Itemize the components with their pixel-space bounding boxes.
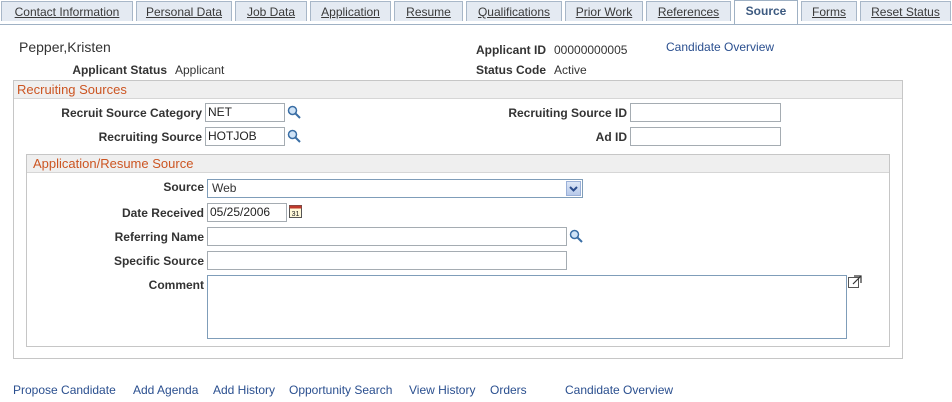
svg-text:31: 31	[292, 211, 300, 218]
ad-id-input[interactable]	[630, 127, 781, 146]
applicant-status-value: Applicant	[175, 63, 225, 77]
application-resume-source-title: Application/Resume Source	[27, 155, 889, 173]
referring-name-label: Referring Name	[114, 230, 204, 244]
recruiting-source-label: Recruiting Source	[98, 130, 202, 144]
applicant-status-label: Applicant Status	[72, 63, 167, 77]
tab-label: Forms	[812, 5, 846, 19]
tab-source[interactable]: Source	[734, 0, 798, 24]
tab-label: Qualifications	[477, 5, 551, 19]
add-history-link[interactable]: Add History	[213, 383, 275, 397]
recruit-source-category-label: Recruit Source Category	[61, 106, 202, 120]
specific-source-input[interactable]	[207, 251, 567, 270]
propose-candidate-link[interactable]: Propose Candidate	[13, 383, 116, 397]
tab-label: Job Data	[246, 5, 296, 19]
tab-label: Reset Status	[871, 5, 940, 19]
expand-window-icon[interactable]	[848, 275, 862, 288]
tab-qualifications[interactable]: Qualifications	[466, 1, 562, 21]
specific-source-label: Specific Source	[113, 254, 204, 268]
referring-name-input[interactable]	[207, 227, 567, 246]
recruit-source-category-input[interactable]: NET	[205, 103, 285, 122]
recruiting-source-input[interactable]: HOTJOB	[205, 127, 285, 146]
tab-bar: Contact Information Personal Data Job Da…	[0, 0, 952, 25]
tab-job-data[interactable]: Job Data	[235, 1, 307, 21]
status-code-value: Active	[554, 63, 587, 77]
tab-forms[interactable]: Forms	[801, 1, 857, 21]
candidate-overview-link[interactable]: Candidate Overview	[666, 40, 774, 54]
magnifier-icon[interactable]	[287, 129, 301, 143]
magnifier-icon[interactable]	[569, 229, 583, 243]
tab-label: Personal Data	[145, 5, 223, 19]
source-label: Source	[163, 180, 204, 194]
date-received-input[interactable]: 05/25/2006	[207, 203, 287, 222]
tab-label: Resume	[406, 5, 451, 19]
tab-personal-data[interactable]: Personal Data	[136, 1, 232, 21]
tab-label: Source	[745, 4, 787, 18]
tab-contact-information[interactable]: Contact Information	[1, 1, 133, 21]
source-select-value: Web	[212, 181, 237, 195]
tab-reset-status[interactable]: Reset Status	[860, 1, 951, 21]
recruiting-sources-title: Recruiting Sources	[14, 81, 902, 99]
magnifier-icon[interactable]	[287, 105, 301, 119]
tab-label: References	[657, 5, 720, 19]
tab-label: Application	[321, 5, 380, 19]
applicant-id-value: 00000000005	[554, 43, 628, 57]
tab-resume[interactable]: Resume	[394, 1, 463, 21]
recruiting-source-id-input[interactable]	[630, 103, 781, 122]
tab-label: Prior Work	[575, 5, 633, 19]
candidate-overview-footer-link[interactable]: Candidate Overview	[565, 383, 673, 397]
source-select[interactable]: Web	[207, 179, 583, 198]
tab-application[interactable]: Application	[310, 1, 391, 21]
tab-prior-work[interactable]: Prior Work	[565, 1, 643, 21]
opportunity-search-link[interactable]: Opportunity Search	[289, 383, 392, 397]
orders-link[interactable]: Orders	[490, 383, 527, 397]
ad-id-label: Ad ID	[595, 130, 627, 144]
calendar-icon[interactable]: 31	[289, 204, 302, 218]
date-received-label: Date Received	[121, 206, 204, 220]
comment-label: Comment	[148, 278, 204, 292]
tab-references[interactable]: References	[646, 1, 731, 21]
recruiting-source-id-label: Recruiting Source ID	[508, 106, 627, 120]
comment-textarea[interactable]	[207, 275, 847, 339]
status-code-label: Status Code	[475, 63, 546, 77]
add-agenda-link[interactable]: Add Agenda	[133, 383, 198, 397]
tab-label: Contact Information	[14, 5, 120, 19]
chevron-down-icon[interactable]	[566, 181, 581, 196]
applicant-name: Pepper,Kristen	[19, 39, 111, 55]
applicant-id-label: Applicant ID	[475, 43, 546, 57]
view-history-link[interactable]: View History	[409, 383, 475, 397]
